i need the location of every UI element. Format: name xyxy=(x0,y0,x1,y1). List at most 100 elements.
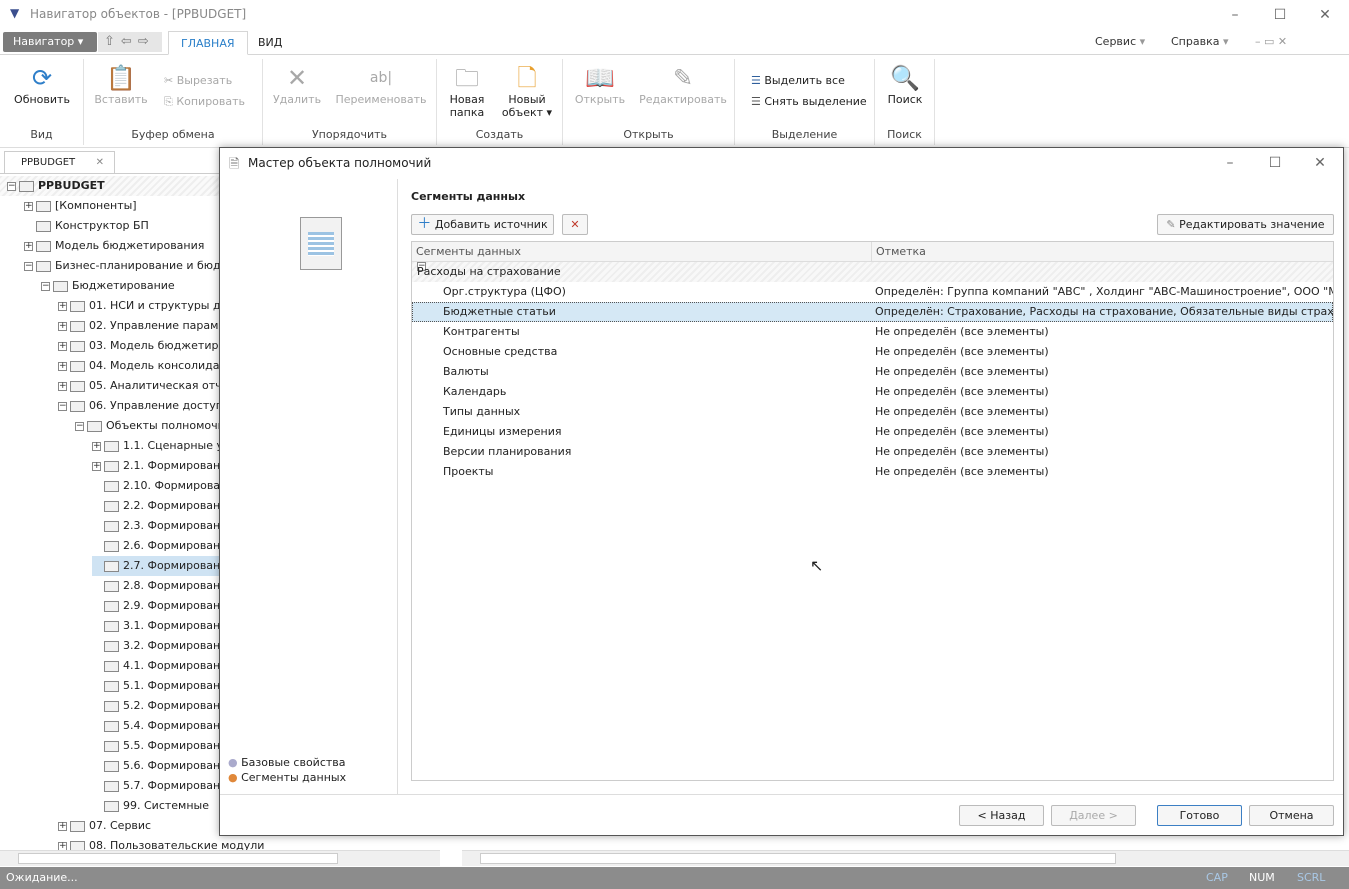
add-source-button[interactable]: ＋ Добавить источник xyxy=(411,214,554,235)
collapse-icon[interactable]: − xyxy=(7,181,16,191)
segment-row[interactable]: Единицы измерения Не определён (все элеме… xyxy=(412,422,1333,442)
up-icon[interactable]: ⇧ xyxy=(104,34,121,49)
tree-item[interactable]: 5.5. Формирование xyxy=(92,736,234,756)
tree-item[interactable]: 2.7. Формирование xyxy=(92,556,235,576)
step-data-segments[interactable]: ● Сегменты данных xyxy=(228,771,346,784)
column-header-segments[interactable]: Сегменты данных xyxy=(412,242,872,262)
expand-icon[interactable]: + xyxy=(24,201,33,211)
group-row[interactable]: − Расходы на страхование xyxy=(412,262,1333,282)
tree-item[interactable]: 2.6. Формирование xyxy=(92,536,234,556)
back-button[interactable]: < Назад xyxy=(959,805,1044,826)
tree-item[interactable]: 5.1. Формирование xyxy=(92,676,234,696)
service-menu[interactable]: Сервис ▾ xyxy=(1095,35,1145,48)
tree-item[interactable]: 3.2. Формирование xyxy=(92,636,234,656)
next-button[interactable]: Далее > xyxy=(1051,805,1136,826)
expand-icon[interactable]: + xyxy=(58,341,67,351)
maximize-button[interactable]: ☐ xyxy=(1265,4,1295,26)
rename-button[interactable]: ab| Переименовать xyxy=(335,63,427,106)
tree-item[interactable]: 2.8. Формирование xyxy=(92,576,234,596)
tree-item[interactable]: Конструктор БП xyxy=(24,216,149,236)
segment-row[interactable]: Основные средства Не определён (все элеме… xyxy=(412,342,1333,362)
expand-icon[interactable]: + xyxy=(24,241,33,251)
collapse-icon[interactable]: − xyxy=(24,261,33,271)
tree-item[interactable]: − Объекты полномочий xyxy=(75,416,232,436)
forward-icon[interactable]: ⇨ xyxy=(138,34,155,49)
tree-item-label: Конструктор БП xyxy=(55,219,149,232)
tree-item[interactable]: + Модель бюджетирования xyxy=(24,236,204,256)
expand-icon[interactable]: + xyxy=(58,841,67,850)
finish-button[interactable]: Готово xyxy=(1157,805,1242,826)
segment-row[interactable]: Типы данных Не определён (все элементы) xyxy=(412,402,1333,422)
edit-button[interactable]: ✎ Редактировать xyxy=(639,63,727,106)
tree-item[interactable]: 5.4. Формирование xyxy=(92,716,234,736)
tree-item[interactable]: 2.9. Формирование xyxy=(92,596,234,616)
column-header-mark[interactable]: Отметка xyxy=(872,242,1333,262)
dialog-close-button[interactable]: ✕ xyxy=(1305,152,1335,174)
segment-row[interactable]: Календарь Не определён (все элементы) xyxy=(412,382,1333,402)
new-folder-button[interactable]: 🗀 Новая папка xyxy=(443,63,491,119)
copy-button[interactable]: ⎘ Копировать xyxy=(164,95,245,109)
tree-item[interactable]: 2.2. Формирование xyxy=(92,496,234,516)
segment-row[interactable]: Орг.структура (ЦФО) Определён: Группа ком… xyxy=(412,282,1333,302)
expand-icon[interactable]: + xyxy=(58,301,67,311)
tree-item[interactable]: +04. Модель консолидации xyxy=(58,356,241,376)
collapse-icon[interactable]: − xyxy=(41,281,50,291)
collapse-icon[interactable]: − xyxy=(75,421,84,431)
tree-item[interactable]: − 06. Управление доступом xyxy=(58,396,238,416)
segment-row[interactable]: Контрагенты Не определён (все элементы) xyxy=(412,322,1333,342)
delete-button[interactable]: ✕ Удалить xyxy=(271,63,323,106)
deselect-button[interactable]: ☰ Снять выделение xyxy=(751,95,867,108)
expand-icon[interactable]: + xyxy=(58,381,67,391)
ribbon-controls[interactable]: – ▭ ✕ xyxy=(1255,35,1287,48)
tree-item[interactable]: +2.1. Формирование xyxy=(92,456,234,476)
segment-row[interactable]: Проекты Не определён (все элементы) xyxy=(412,462,1333,482)
remove-source-button[interactable]: ✕ xyxy=(562,214,588,235)
close-button[interactable]: ✕ xyxy=(1310,4,1340,26)
dialog-title: Мастер объекта полномочий xyxy=(248,156,432,170)
tab-view[interactable]: ВИД xyxy=(246,31,294,55)
tree-item[interactable]: +07. Сервис xyxy=(58,816,151,836)
paste-button[interactable]: 📋 Вставить xyxy=(92,63,150,106)
expand-icon[interactable]: + xyxy=(58,321,67,331)
tree-item[interactable]: +08. Пользовательские модули xyxy=(58,836,264,850)
segment-row[interactable]: Бюджетные статьи Определён: Страхование, … xyxy=(412,302,1333,322)
tree-item[interactable]: 5.2. Формирование xyxy=(92,696,234,716)
tab-main[interactable]: ГЛАВНАЯ xyxy=(168,31,248,55)
cut-button[interactable]: ✂ Вырезать xyxy=(164,74,232,87)
navigator-dropdown[interactable]: Навигатор ▾ xyxy=(3,32,97,52)
tree-item-label: 2.3. Формирование xyxy=(123,519,235,532)
tree-item[interactable]: + [Компоненты] xyxy=(24,196,137,216)
segment-row[interactable]: Версии планирования Не определён (все эле… xyxy=(412,442,1333,462)
tree-item[interactable]: 5.6. Формирование xyxy=(92,756,234,776)
refresh-button[interactable]: ⟳ Обновить xyxy=(12,63,72,106)
step-basic-properties[interactable]: ● Базовые свойства xyxy=(228,756,346,769)
tree-item[interactable]: − Бюджетирование xyxy=(41,276,175,296)
tree-item[interactable]: 99. Системные xyxy=(92,796,209,816)
collapse-icon[interactable]: − xyxy=(58,401,67,411)
dialog-maximize-button[interactable]: ☐ xyxy=(1260,152,1290,174)
new-object-button[interactable]: 🗋 Новый объект ▾ xyxy=(499,63,555,119)
segment-row[interactable]: Валюты Не определён (все элементы) xyxy=(412,362,1333,382)
help-menu[interactable]: Справка ▾ xyxy=(1171,35,1229,48)
dialog-minimize-button[interactable]: – xyxy=(1215,152,1245,174)
minimize-button[interactable]: – xyxy=(1220,4,1250,26)
search-button[interactable]: 🔍 Поиск xyxy=(881,63,929,106)
tree-item[interactable]: 3.1. Формирование xyxy=(92,616,234,636)
tree-item[interactable]: 4.1. Формирование xyxy=(92,656,234,676)
tree-item[interactable]: 5.7. Формирование xyxy=(92,776,234,796)
back-icon[interactable]: ⇦ xyxy=(121,34,138,49)
expand-icon[interactable]: + xyxy=(92,461,101,471)
folder-icon xyxy=(53,280,68,292)
expand-icon[interactable]: + xyxy=(58,361,67,371)
tab-ppbudget[interactable]: PPBUDGET ✕ xyxy=(4,151,115,173)
open-button[interactable]: 📖 Открыть xyxy=(569,63,631,106)
close-tab-icon[interactable]: ✕ xyxy=(96,157,104,168)
expand-icon[interactable]: + xyxy=(92,441,101,451)
cancel-button[interactable]: Отмена xyxy=(1249,805,1334,826)
edit-value-button[interactable]: ✎ Редактировать значение xyxy=(1157,214,1334,235)
tree-item[interactable]: 2.3. Формирование xyxy=(92,516,234,536)
select-all-button[interactable]: ☰ Выделить все xyxy=(751,74,845,87)
right-horizontal-scrollbar[interactable] xyxy=(462,850,1349,866)
tree-horizontal-scrollbar[interactable] xyxy=(0,850,440,866)
expand-icon[interactable]: + xyxy=(58,821,67,831)
